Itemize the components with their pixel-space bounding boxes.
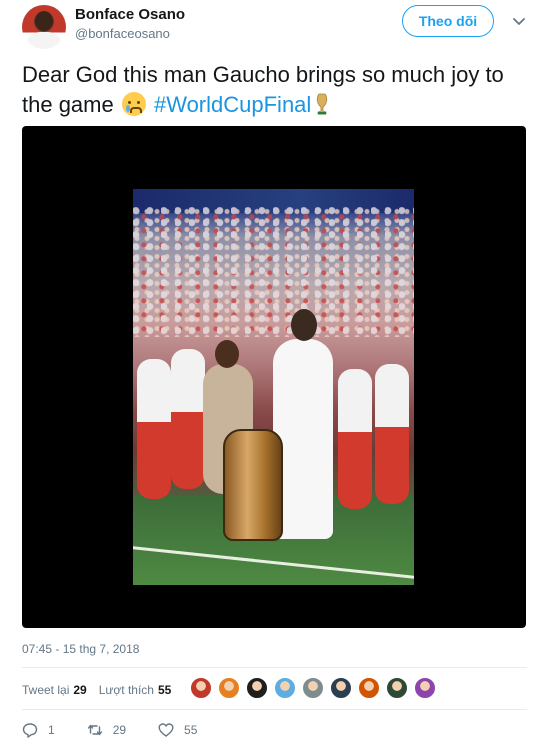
crying-face-icon — [121, 92, 146, 116]
avatar-shirt — [26, 32, 62, 49]
chevron-down-icon[interactable] — [512, 15, 526, 29]
heart-icon — [158, 723, 174, 737]
divider — [22, 667, 527, 668]
tweet-actions: 1 29 55 — [22, 722, 229, 738]
reply-button[interactable]: 1 — [22, 722, 55, 738]
liker-avatar[interactable] — [302, 677, 324, 699]
liker-avatar[interactable] — [190, 677, 212, 699]
reply-icon — [22, 723, 38, 738]
liker-avatar[interactable] — [274, 677, 296, 699]
likes-label: Lượt thích — [98, 683, 154, 697]
likes-count: 55 — [157, 683, 172, 697]
liker-avatar[interactable] — [218, 677, 240, 699]
tweet-text: Dear God this man Gaucho brings so much … — [22, 60, 522, 120]
retweets-count: 29 — [73, 683, 87, 697]
dancer — [171, 349, 205, 489]
liker-avatar[interactable] — [414, 677, 436, 699]
liker-avatar[interactable] — [330, 677, 352, 699]
dancer — [137, 359, 171, 499]
crowd — [133, 207, 414, 337]
user-handle[interactable]: @bonfaceosano — [75, 26, 185, 41]
dancer — [375, 364, 409, 504]
video-player[interactable] — [22, 126, 526, 628]
liker-avatar[interactable] — [386, 677, 408, 699]
conga-drum — [223, 429, 283, 541]
tweet-timestamp[interactable]: 07:45 - 15 thg 7, 2018 — [22, 642, 139, 656]
dancer — [338, 369, 372, 509]
hashtag-link[interactable]: #WorldCupFinal — [154, 92, 311, 117]
likers-avatars — [190, 677, 442, 699]
world-cup-trophy-icon — [317, 93, 328, 115]
video-frame — [133, 189, 414, 585]
likes-stat[interactable]: Lượt thích 55 — [99, 683, 172, 697]
user-name-block[interactable]: Bonface Osano @bonfaceosano — [75, 6, 185, 41]
liker-avatar[interactable] — [358, 677, 380, 699]
avatar-head — [35, 11, 53, 31]
retweets-stat[interactable]: Tweet lại 29 — [22, 683, 87, 697]
liker-avatar[interactable] — [246, 677, 268, 699]
retweets-label: Tweet lại — [22, 683, 70, 697]
retweet-icon — [87, 724, 102, 736]
tweet-header: Bonface Osano @bonfaceosano Theo dõi — [22, 5, 529, 49]
display-name[interactable]: Bonface Osano — [75, 6, 185, 23]
avatar[interactable] — [22, 5, 66, 49]
follow-button[interactable]: Theo dõi — [402, 5, 494, 37]
retweet-count: 29 — [112, 723, 127, 737]
like-count: 55 — [184, 723, 198, 737]
like-button[interactable]: 55 — [158, 722, 197, 738]
tweet-stats: Tweet lại 29 Lượt thích 55 — [22, 683, 183, 697]
reply-count: 1 — [48, 723, 55, 737]
retweet-button[interactable]: 29 — [87, 722, 126, 738]
divider — [22, 709, 527, 710]
